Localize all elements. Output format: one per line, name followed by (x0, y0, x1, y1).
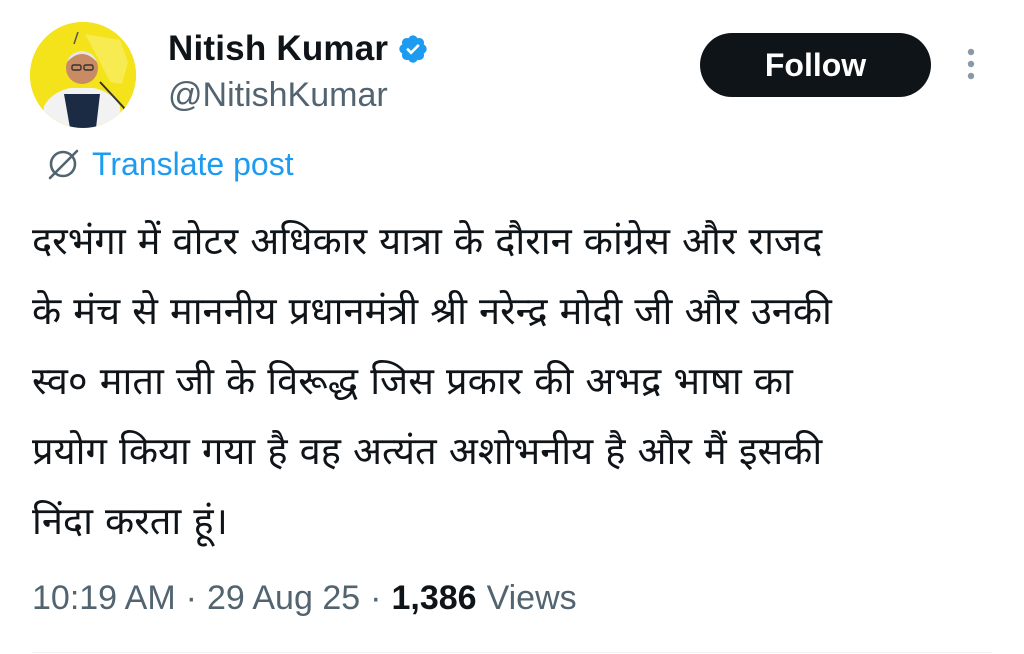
post-meta: 10:19 AM · 29 Aug 25 · 1,386 Views (32, 576, 577, 620)
globe-slash-icon (44, 145, 82, 183)
post-time[interactable]: 10:19 AM (32, 579, 176, 618)
views-count: 1,386 (391, 578, 477, 617)
meta-separator: · (370, 578, 382, 617)
views-label: Views (486, 578, 577, 617)
avatar[interactable] (30, 22, 136, 128)
author-display-name[interactable]: Nitish Kumar (168, 29, 388, 69)
follow-button[interactable]: Follow (700, 33, 931, 97)
post-text: दरभंगा में वोटर अधिकार यात्रा के दौरान क… (32, 219, 832, 543)
more-vertical-icon[interactable] (960, 46, 982, 86)
translate-post-link[interactable]: Translate post (44, 144, 294, 184)
author-name-row: Nitish Kumar (168, 27, 429, 71)
meta-separator: · (185, 578, 197, 617)
avatar-image (30, 22, 136, 128)
tweet-card: Nitish Kumar @NitishKumar Follow Transla… (0, 0, 1024, 654)
divider (32, 652, 992, 653)
author-handle[interactable]: @NitishKumar (168, 76, 388, 115)
post-date[interactable]: 29 Aug 25 (207, 579, 360, 618)
translate-post-label: Translate post (92, 145, 294, 182)
verified-badge-icon[interactable] (397, 33, 429, 65)
